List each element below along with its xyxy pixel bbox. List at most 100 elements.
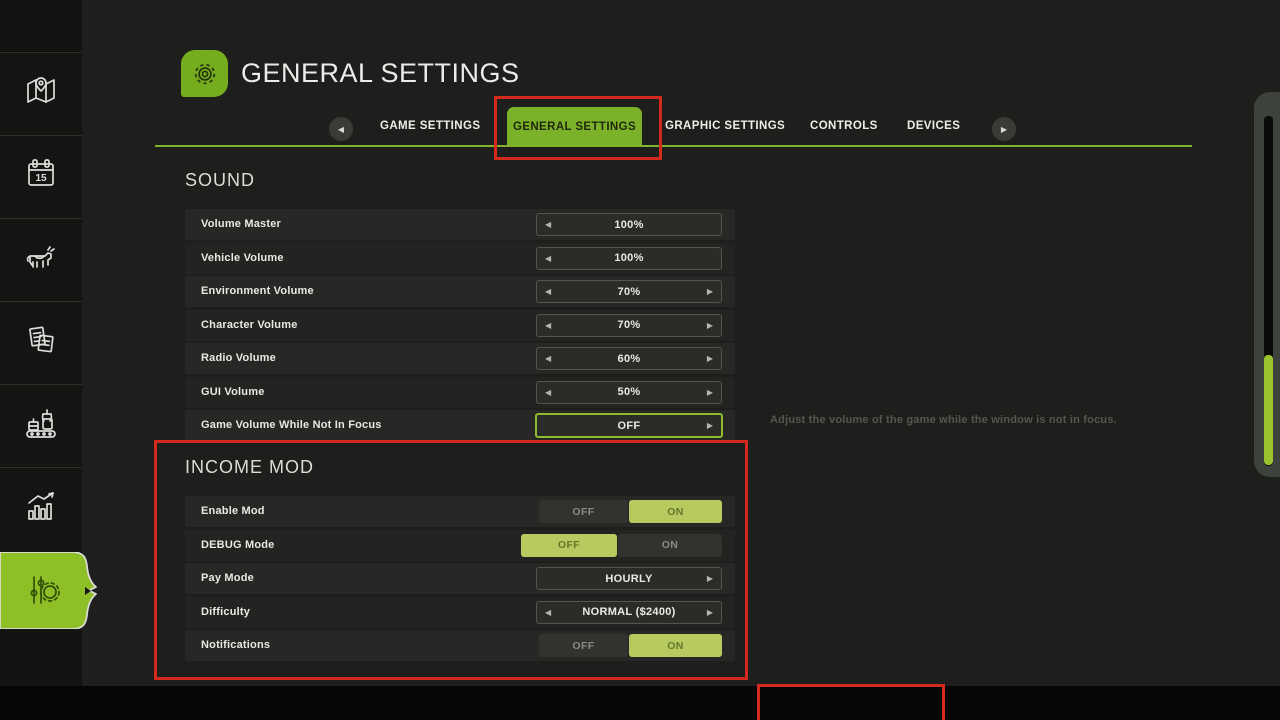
sidebar-item-statistics[interactable] bbox=[0, 467, 82, 549]
section-title-sound: SOUND bbox=[185, 170, 255, 191]
toggle-on-button[interactable]: ON bbox=[618, 534, 722, 557]
scrollbar-thumb[interactable] bbox=[1264, 355, 1273, 465]
cow-icon bbox=[21, 237, 61, 282]
stepper-left-arrow-icon[interactable]: ◀ bbox=[545, 214, 551, 235]
stepper-value: 50% bbox=[618, 386, 641, 398]
settings-row: Notifications OFFON bbox=[185, 630, 735, 661]
settings-row: Game Volume While Not In Focus OFF ▶ bbox=[185, 410, 735, 441]
setting-label: Pay Mode bbox=[201, 572, 254, 584]
stepper-control[interactable]: ◀ 70% ▶ bbox=[536, 280, 722, 303]
stepper-control[interactable]: OFF ▶ bbox=[535, 413, 723, 438]
stepper-value: 70% bbox=[618, 319, 641, 331]
tab-general-settings[interactable]: GENERAL SETTINGS bbox=[507, 107, 642, 146]
sidebar-item-production[interactable] bbox=[0, 384, 82, 466]
tabs-underline bbox=[155, 145, 1192, 147]
toggle-off-button[interactable]: OFF bbox=[539, 634, 628, 657]
stepper-right-arrow-icon[interactable]: ▶ bbox=[707, 602, 713, 623]
toggle-off-button[interactable]: OFF bbox=[539, 500, 628, 523]
settings-row: Pay Mode HOURLY ▶ bbox=[185, 563, 735, 594]
toggle-control: OFFON bbox=[521, 534, 722, 557]
sidebar-item-calendar[interactable]: 15 bbox=[0, 135, 82, 217]
settings-screen: 15 bbox=[0, 0, 1280, 720]
toggle-control: OFFON bbox=[539, 634, 722, 657]
settings-row: GUI Volume ◀ 50% ▶ bbox=[185, 377, 735, 408]
stepper-right-arrow-icon[interactable]: ▶ bbox=[707, 315, 713, 336]
toggle-on-button[interactable]: ON bbox=[629, 634, 722, 657]
setting-description: Adjust the volume of the game while the … bbox=[770, 414, 1117, 426]
stepper-value: 60% bbox=[618, 353, 641, 365]
setting-label: Difficulty bbox=[201, 606, 250, 618]
stepper-value: NORMAL ($2400) bbox=[582, 606, 675, 618]
sidebar-item-settings-active[interactable] bbox=[0, 550, 82, 631]
stepper-value: 100% bbox=[614, 252, 643, 264]
tab-controls[interactable]: CONTROLS bbox=[810, 120, 878, 132]
stepper-control[interactable]: ◀ 50% ▶ bbox=[536, 381, 722, 404]
stepper-control[interactable]: HOURLY ▶ bbox=[536, 567, 722, 590]
tabs-next-button[interactable]: ▶ bbox=[992, 117, 1016, 141]
setting-label: Enable Mod bbox=[201, 505, 265, 517]
statistics-icon bbox=[21, 486, 61, 531]
setting-label: DEBUG Mode bbox=[201, 539, 275, 551]
setting-label: Environment Volume bbox=[201, 285, 314, 297]
stepper-value: 100% bbox=[614, 219, 643, 231]
chevron-right-icon: ▶ bbox=[1001, 125, 1007, 134]
stepper-control[interactable]: ◀ NORMAL ($2400) ▶ bbox=[536, 601, 722, 624]
svg-text:15: 15 bbox=[35, 173, 47, 184]
footer-bar: X RESET INCOME SETTINGS | Q PREVIOUS MEN… bbox=[0, 686, 1280, 720]
stepper-right-arrow-icon[interactable]: ▶ bbox=[707, 415, 713, 436]
chevron-left-icon: ◀ bbox=[338, 125, 344, 134]
sidebar: 15 bbox=[0, 0, 82, 686]
toggle-on-button[interactable]: ON bbox=[629, 500, 722, 523]
tab-game-settings[interactable]: GAME SETTINGS bbox=[380, 120, 480, 132]
section-title-income-mod: INCOME MOD bbox=[185, 457, 314, 478]
stepper-left-arrow-icon[interactable]: ◀ bbox=[545, 248, 551, 269]
setting-label: GUI Volume bbox=[201, 386, 265, 398]
contracts-icon bbox=[21, 320, 61, 365]
tab-devices[interactable]: DEVICES bbox=[907, 120, 960, 132]
tab-graphic-settings[interactable]: GRAPHIC SETTINGS bbox=[665, 120, 785, 132]
stepper-left-arrow-icon[interactable]: ◀ bbox=[545, 602, 551, 623]
setting-label: Game Volume While Not In Focus bbox=[201, 419, 382, 431]
setting-label: Vehicle Volume bbox=[201, 252, 284, 264]
tabs-prev-button[interactable]: ◀ bbox=[329, 117, 353, 141]
income-rows: Enable ModOFFONDEBUG ModeOFFONPay ModeHO… bbox=[185, 496, 735, 664]
settings-row: DEBUG Mode OFFON bbox=[185, 530, 735, 561]
stepper-value: 70% bbox=[618, 286, 641, 298]
settings-row: Volume Master ◀ 100% bbox=[185, 209, 735, 240]
calendar-icon: 15 bbox=[21, 154, 61, 199]
stepper-left-arrow-icon[interactable]: ◀ bbox=[545, 348, 551, 369]
toggle-off-button[interactable]: OFF bbox=[521, 534, 617, 557]
stepper-control[interactable]: ◀ 70% ▶ bbox=[536, 314, 722, 337]
stepper-right-arrow-icon[interactable]: ▶ bbox=[707, 568, 713, 589]
stepper-control[interactable]: ◀ 60% ▶ bbox=[536, 347, 722, 370]
stepper-left-arrow-icon[interactable]: ◀ bbox=[545, 281, 551, 302]
settings-row: Radio Volume ◀ 60% ▶ bbox=[185, 343, 735, 374]
settings-row: Character Volume ◀ 70% ▶ bbox=[185, 310, 735, 341]
stepper-right-arrow-icon[interactable]: ▶ bbox=[707, 281, 713, 302]
sound-rows: Volume Master ◀ 100% Vehicle Volume ◀ 100% Env… bbox=[185, 209, 735, 444]
stepper-control[interactable]: ◀ 100% bbox=[536, 213, 722, 236]
sidebar-item-animals[interactable] bbox=[0, 218, 82, 300]
setting-label: Volume Master bbox=[201, 218, 281, 230]
stepper-control[interactable]: ◀ 100% bbox=[536, 247, 722, 270]
settings-row: Difficulty ◀ NORMAL ($2400) ▶ bbox=[185, 597, 735, 628]
setting-label: Character Volume bbox=[201, 319, 298, 331]
stepper-left-arrow-icon[interactable]: ◀ bbox=[545, 382, 551, 403]
stepper-right-arrow-icon[interactable]: ▶ bbox=[707, 348, 713, 369]
active-notch-arrow bbox=[85, 587, 91, 595]
map-icon bbox=[21, 71, 61, 116]
stepper-value: HOURLY bbox=[605, 573, 652, 585]
settings-row: Environment Volume ◀ 70% ▶ bbox=[185, 276, 735, 307]
page-title: GENERAL SETTINGS bbox=[241, 58, 520, 89]
toggle-control: OFFON bbox=[539, 500, 722, 523]
sidebar-item-contracts[interactable] bbox=[0, 301, 82, 383]
stepper-right-arrow-icon[interactable]: ▶ bbox=[707, 382, 713, 403]
settings-sliders-icon bbox=[22, 570, 62, 615]
setting-label: Notifications bbox=[201, 639, 270, 651]
production-icon bbox=[21, 403, 61, 448]
sidebar-item-map[interactable] bbox=[0, 52, 82, 134]
stepper-left-arrow-icon[interactable]: ◀ bbox=[545, 315, 551, 336]
settings-row: Enable Mod OFFON bbox=[185, 496, 735, 527]
stepper-value: OFF bbox=[618, 420, 641, 432]
setting-label: Radio Volume bbox=[201, 352, 276, 364]
